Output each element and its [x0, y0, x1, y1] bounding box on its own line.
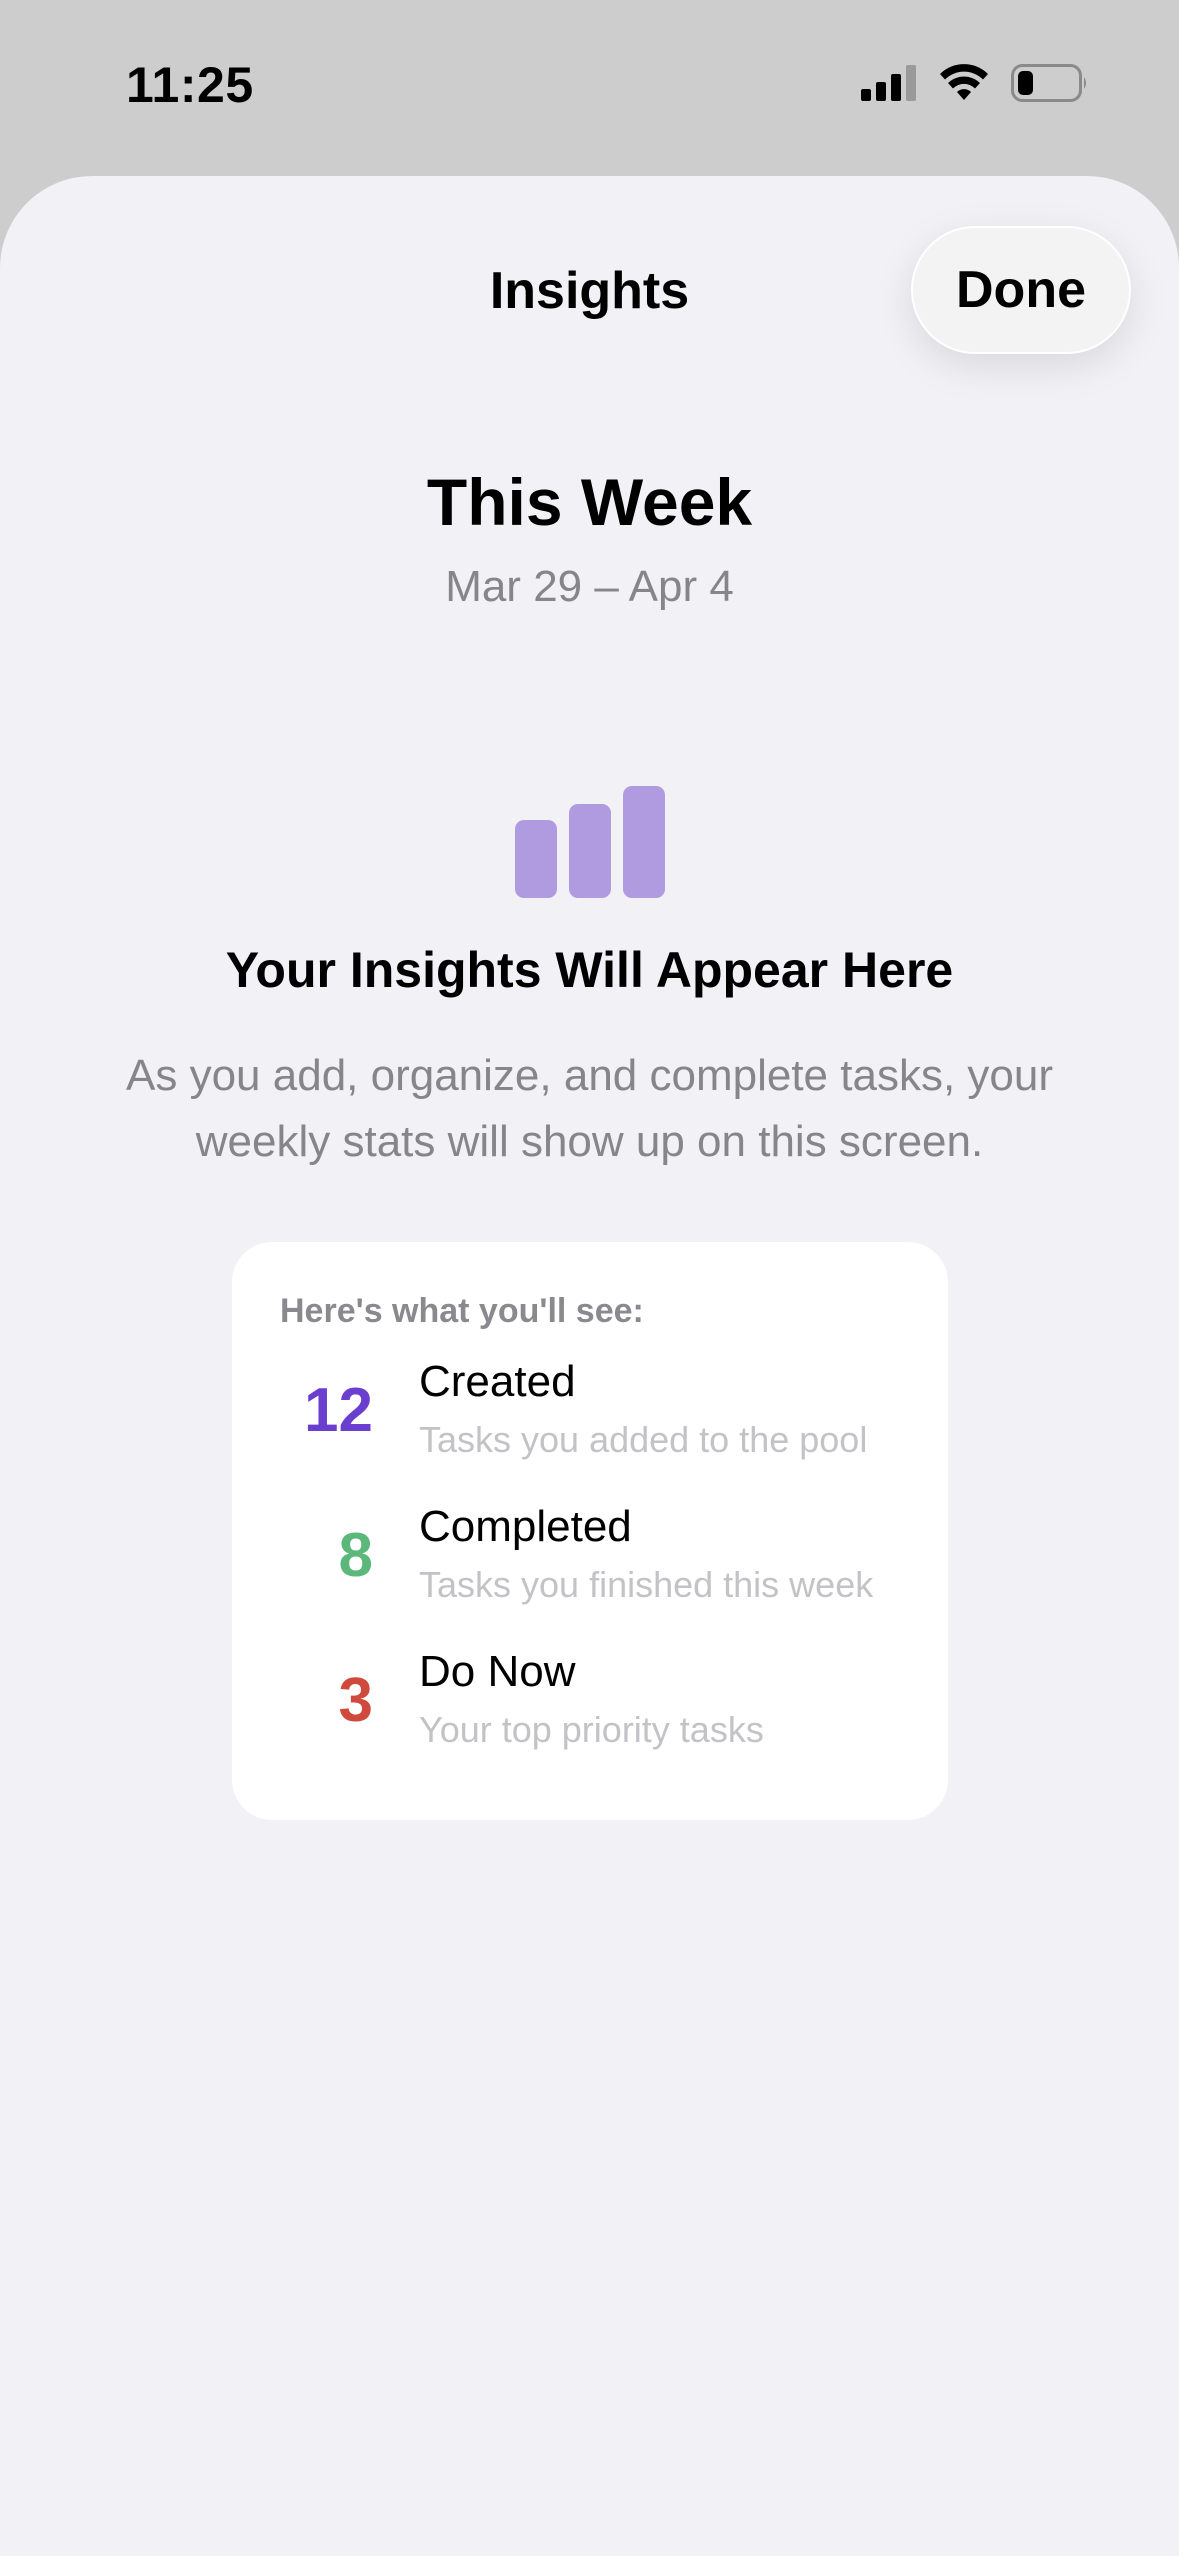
empty-state-description: As you add, organize, and complete tasks… [90, 1043, 1089, 1175]
preview-card: Here's what you'll see: 12 Created Tasks… [232, 1242, 948, 1820]
legend-item-created: 12 Created Tasks you added to the pool [232, 1357, 948, 1477]
empty-state-description-line2: weekly stats will show up on this screen… [195, 1117, 984, 1166]
created-count: 12 [304, 1376, 373, 1445]
preview-card-heading: Here's what you'll see: [280, 1292, 644, 1330]
status-bar: 11:25 [0, 0, 1179, 176]
status-time: 11:25 [126, 57, 254, 113]
status-icons [861, 64, 1089, 102]
empty-state-description-line1: As you add, organize, and complete tasks… [126, 1051, 1053, 1100]
insights-sheet: Insights Done This Week Mar 29 – Apr 4 Y… [0, 176, 1179, 2556]
legend-label: Do Now [419, 1647, 576, 1696]
week-range: Mar 29 – Apr 4 [445, 562, 734, 611]
wifi-icon [940, 64, 988, 100]
done-button[interactable]: Done [911, 226, 1131, 354]
cellular-signal-icon [861, 65, 916, 101]
legend-label: Created [419, 1357, 576, 1406]
battery-icon [1011, 64, 1086, 102]
legend-sublabel: Tasks you added to the pool [419, 1419, 868, 1460]
empty-state-title: Your Insights Will Appear Here [225, 942, 954, 998]
week-title: This Week [426, 465, 753, 539]
legend-item-do-now: 3 Do Now Your top priority tasks [232, 1647, 948, 1767]
legend-sublabel: Your top priority tasks [419, 1709, 764, 1750]
do-now-count: 3 [338, 1666, 373, 1735]
legend-sublabel: Tasks you finished this week [419, 1564, 874, 1605]
legend-item-completed: 8 Completed Tasks you finished this week [232, 1502, 948, 1622]
bar-chart-icon [515, 786, 665, 898]
completed-count: 8 [338, 1521, 373, 1590]
legend-label: Completed [419, 1502, 632, 1551]
